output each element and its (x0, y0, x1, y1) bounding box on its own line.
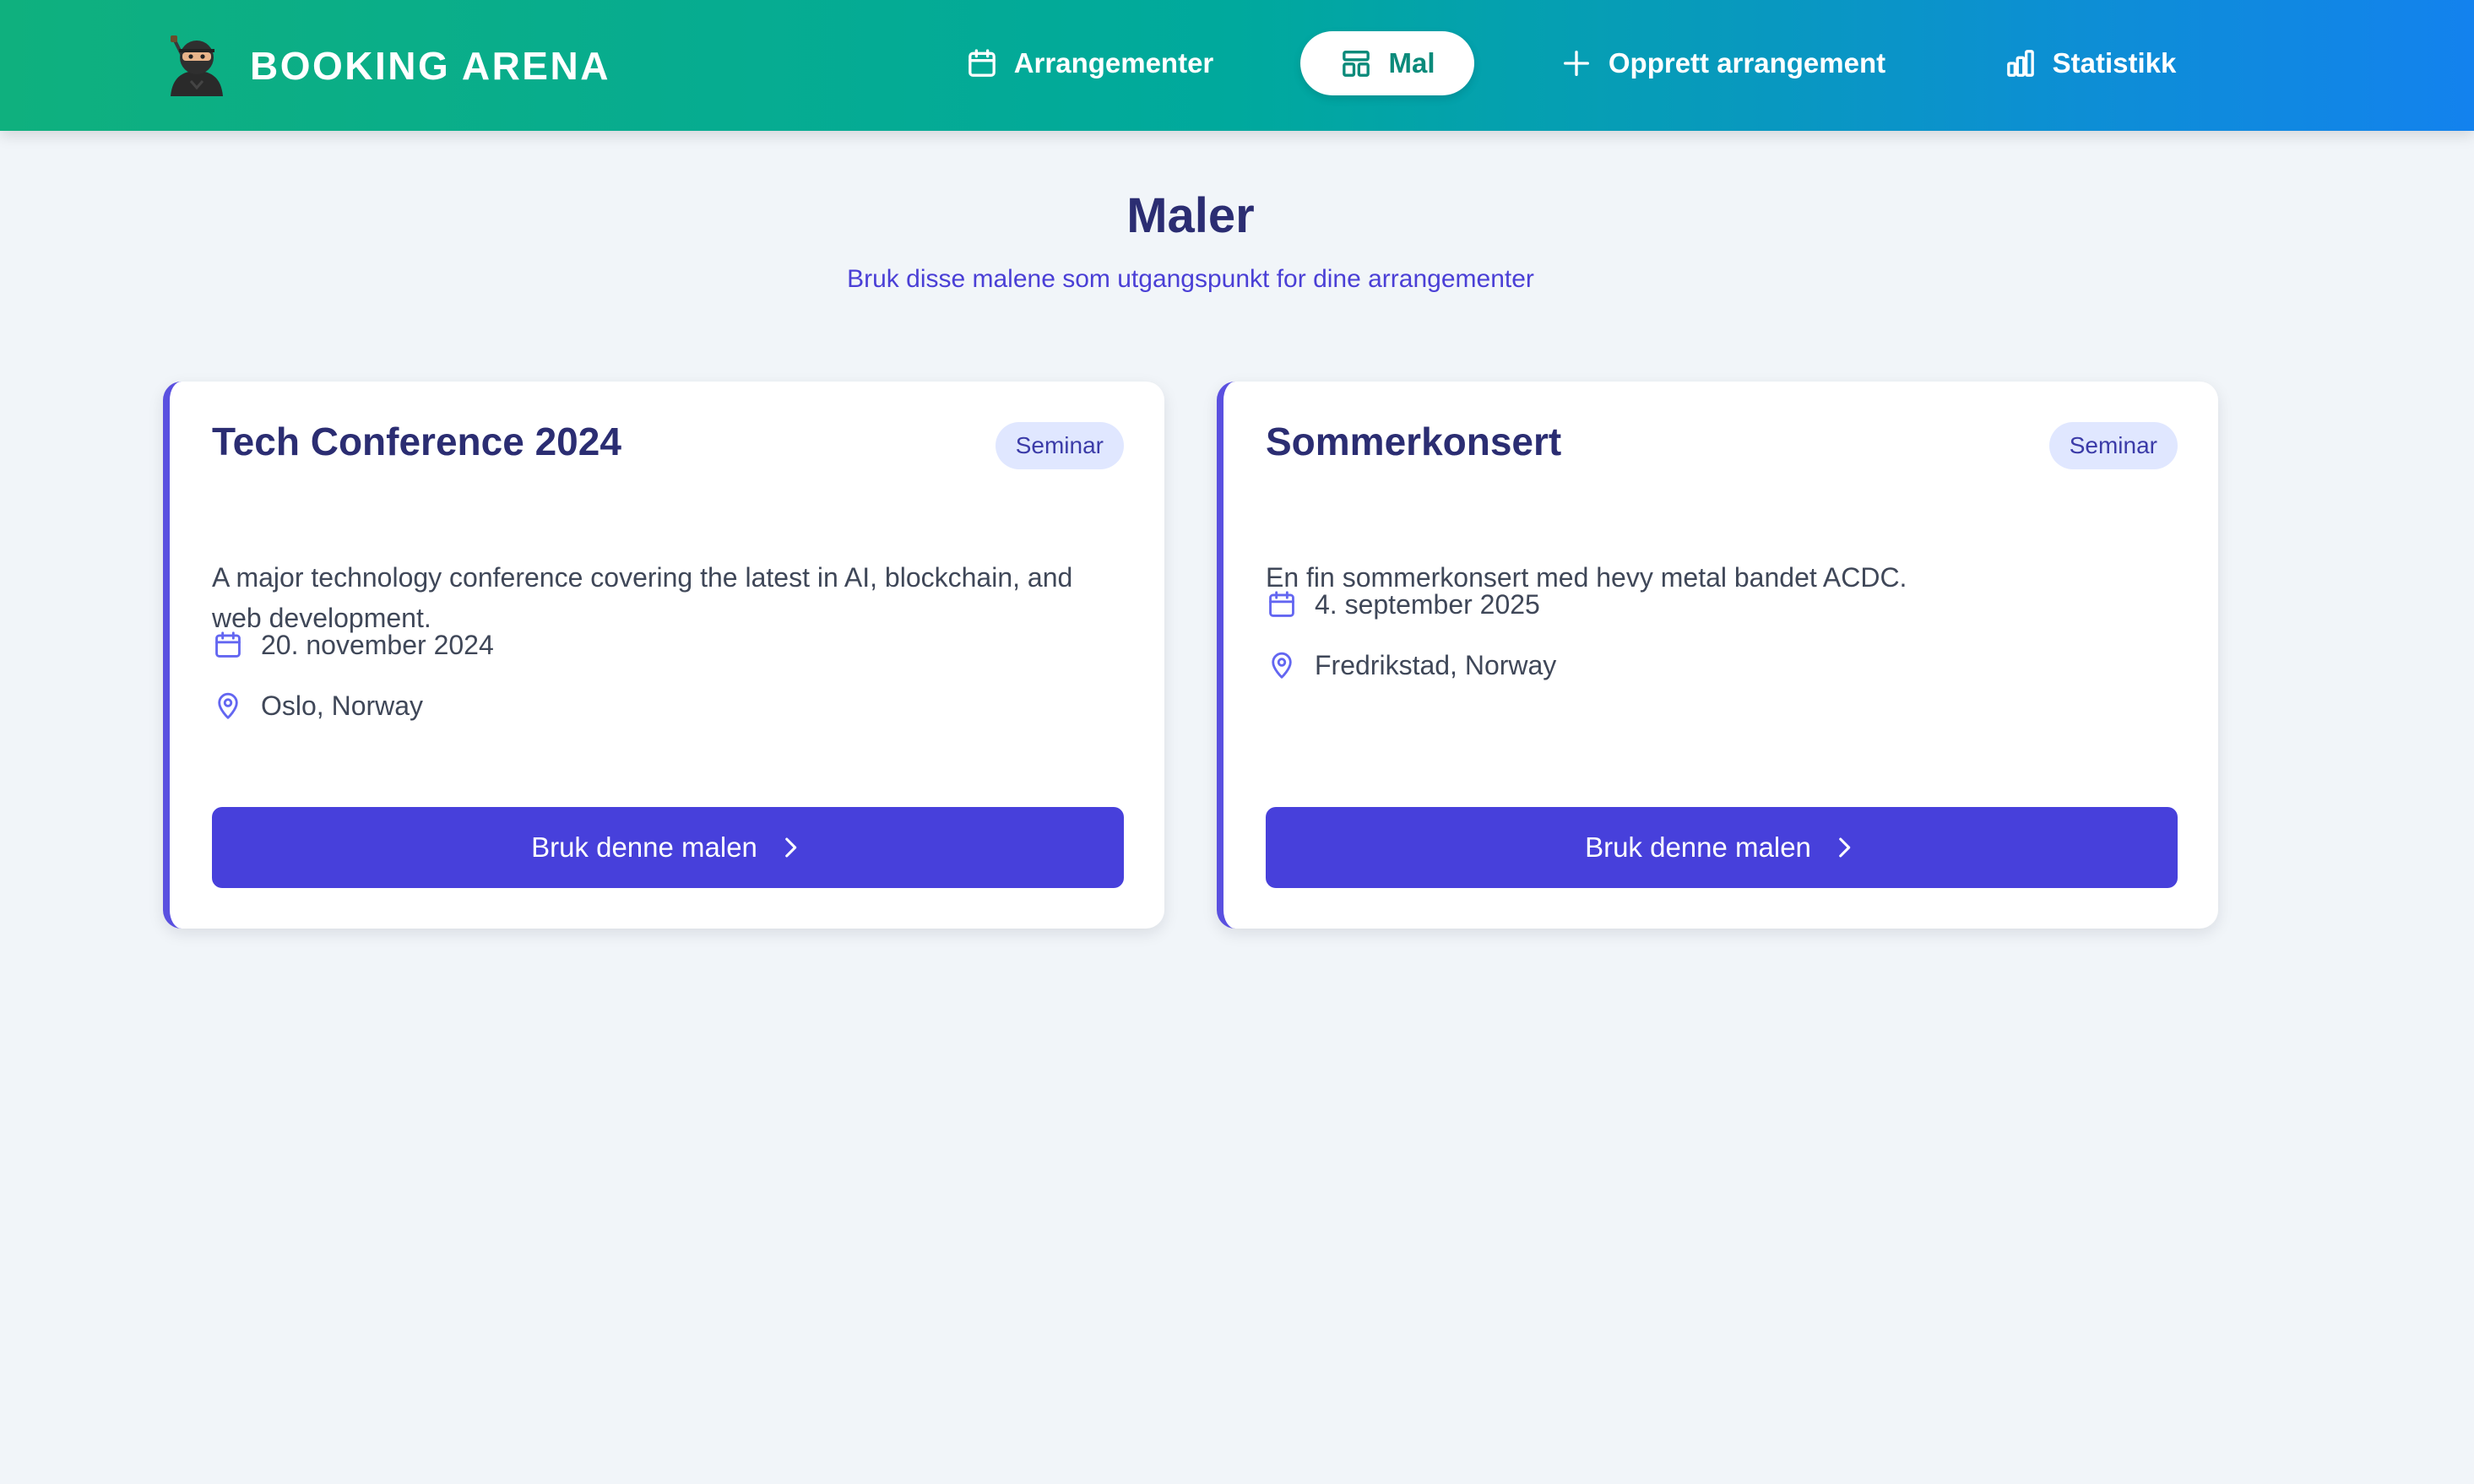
nav-opprett-arrangement[interactable]: Opprett arrangement (1545, 31, 1900, 95)
nav-label: Arrangementer (1013, 47, 1214, 79)
date-row: 20. november 2024 (212, 625, 494, 665)
template-title: Sommerkonsert (1266, 420, 1562, 463)
location-row: Oslo, Norway (212, 685, 423, 726)
calendar-icon (968, 49, 996, 77)
top-navbar: BOOKING ARENA Arrangementer Mal Opprett … (0, 0, 2474, 131)
nav-label: Mal (1388, 47, 1435, 79)
chevron-right-icon (1839, 837, 1851, 858)
calendar-icon (215, 631, 241, 658)
template-card: Sommerkonsert Seminar En fin sommerkonse… (1217, 382, 2218, 929)
template-location: Oslo, Norway (261, 690, 424, 721)
template-location: Fredrikstad, Norway (1315, 649, 1557, 680)
map-pin-icon (218, 692, 238, 719)
page-title: Maler (1126, 188, 1255, 243)
template-card: Tech Conference 2024 Seminar A major tec… (163, 382, 1164, 929)
nav-label: Statistikk (2052, 47, 2177, 79)
location-row: Fredrikstad, Norway (1266, 645, 1556, 685)
chevron-right-icon (785, 837, 797, 858)
use-template-button[interactable]: Bruk denne malen (1266, 807, 2178, 888)
template-date: 20. november 2024 (261, 629, 494, 660)
nav-arrangementer[interactable]: Arrangementer (954, 31, 1224, 95)
category-badge: Seminar (2048, 422, 2178, 469)
use-template-button[interactable]: Bruk denne malen (212, 807, 1124, 888)
button-label: Bruk denne malen (1585, 831, 1811, 863)
brand[interactable]: BOOKING ARENA (165, 34, 610, 98)
button-label: Bruk denne malen (531, 831, 757, 863)
category-badge: Seminar (995, 422, 1124, 469)
plus-icon (1563, 51, 1589, 77)
bar-chart-icon (2006, 50, 2034, 77)
nav-statistikk[interactable]: Statistikk (1993, 31, 2187, 95)
template-date: 4. september 2025 (1315, 588, 1540, 620)
template-icon (1343, 51, 1370, 77)
date-row: 4. september 2025 (1266, 584, 1540, 625)
template-title: Tech Conference 2024 (212, 420, 621, 463)
calendar-icon (1269, 591, 1294, 617)
map-pin-icon (1272, 652, 1292, 679)
nav-label: Opprett arrangement (1608, 47, 1886, 79)
app-name: BOOKING ARENA (250, 44, 610, 88)
page-subtitle: Bruk disse malene som utgangspunkt for d… (847, 265, 1534, 293)
nav-mal[interactable]: Mal (1300, 31, 1474, 95)
ninja-logo-icon (171, 35, 223, 96)
